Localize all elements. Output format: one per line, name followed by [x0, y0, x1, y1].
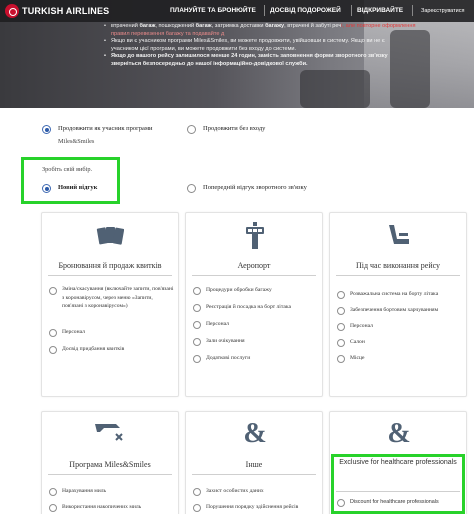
option-label[interactable]: Досвід придбання квитків: [62, 345, 174, 354]
info-line: зверніться безпосередньо до нашої інформ…: [111, 60, 308, 67]
option-radio[interactable]: [49, 287, 57, 295]
info-line: Якщо до вашого рейсу залишилося менше 24…: [104, 53, 464, 61]
member-login-label[interactable]: Продовжити як учасник програми: [58, 125, 153, 132]
nav-divider: [351, 5, 352, 16]
svg-text:&: &: [243, 418, 266, 446]
svg-text:&: &: [387, 418, 410, 446]
option-label[interactable]: Використання накопичених миль: [62, 503, 174, 512]
option-label[interactable]: Персонал: [350, 322, 462, 331]
member-program-name: Miles&Smiles: [58, 138, 95, 145]
nav-plan-and-book[interactable]: ПЛАНУЙТЕ ТА БРОНЮЙТЕ: [170, 7, 256, 14]
nav-divider: [264, 5, 265, 16]
option-radio[interactable]: [337, 323, 345, 331]
card-title: Під час виконання рейсу: [355, 261, 441, 270]
tickets-icon: [96, 227, 124, 245]
card-title: Бронювання й продаж квитків: [58, 261, 162, 270]
option-radio[interactable]: [193, 338, 201, 346]
option-label[interactable]: Забезпечення бортовим харчуванням: [350, 306, 462, 315]
feedback-info-text: втрачений багаж, пошкоджений багаж, затр…: [104, 23, 464, 68]
option-label[interactable]: Зміна/скасування (включайте запити, пов'…: [62, 285, 174, 311]
option-radio[interactable]: [49, 346, 57, 354]
option-label[interactable]: Зали очікування: [206, 337, 318, 346]
previous-feedback-radio[interactable]: [187, 184, 196, 193]
option-label[interactable]: Персонал: [206, 320, 318, 329]
highlight-box: [331, 454, 465, 514]
option-radio[interactable]: [193, 321, 201, 329]
option-label[interactable]: Місце: [350, 354, 462, 363]
choice-prompt: Зробіть свій вибір.: [42, 166, 93, 173]
option-radio[interactable]: [337, 339, 345, 347]
info-line: Якщо ви є учасником програми Miles&Smile…: [104, 38, 464, 46]
card-divider: [192, 275, 316, 276]
info-line: учасником цієї програми, ви можете продо…: [111, 45, 297, 52]
option-label[interactable]: Розважальна система на борту літака: [350, 290, 462, 299]
guest-label[interactable]: Продовжити без входу: [203, 125, 265, 132]
option-radio[interactable]: [337, 291, 345, 299]
option-label[interactable]: Реєстрація й посадка на борт літака: [206, 303, 318, 312]
card-divider: [48, 275, 172, 276]
header-banner: TURKISH AIRLINES ПЛАНУЙТЕ ТА БРОНЮЙТЕ ДО…: [0, 0, 474, 108]
option-label[interactable]: Персонал: [62, 328, 174, 337]
option-radio[interactable]: [193, 287, 201, 295]
highlight-box: [21, 157, 120, 204]
category-card-miles[interactable]: Програма Miles&Smiles Нарахування миль В…: [41, 411, 179, 514]
option-radio[interactable]: [49, 329, 57, 337]
info-line: втрачений багаж, пошкоджений багаж, затр…: [104, 23, 464, 31]
ampersand-icon: &: [387, 418, 410, 446]
info-line: правил перевезення багажу та подавайте д: [111, 30, 225, 37]
guest-radio[interactable]: [187, 125, 196, 134]
option-radio[interactable]: [193, 504, 201, 512]
control-tower-icon: [246, 222, 264, 249]
option-label[interactable]: Захист особистих даних: [206, 487, 318, 496]
option-radio[interactable]: [49, 488, 57, 496]
nav-travel-experience[interactable]: ДОСВІД ПОДОРОЖЕЙ: [270, 7, 341, 14]
option-label[interactable]: Процедури обробки багажу: [206, 286, 318, 295]
option-radio[interactable]: [193, 488, 201, 496]
category-card-inflight[interactable]: Під час виконання рейсу Розважальна сист…: [329, 212, 467, 397]
brand-name[interactable]: TURKISH AIRLINES: [22, 6, 109, 16]
option-label[interactable]: Нарахування миль: [62, 487, 174, 496]
card-title: Інше: [245, 460, 263, 469]
card-divider: [336, 275, 460, 276]
card-divider: [48, 474, 172, 475]
miles-plane-icon: [95, 424, 123, 441]
card-title: Аеропорт: [237, 261, 271, 270]
ampersand-icon: &: [243, 418, 266, 446]
nav-discover[interactable]: ВІДКРИВАЙТЕ: [357, 7, 403, 14]
member-login-radio[interactable]: [42, 125, 51, 134]
banner-figure: [300, 70, 370, 108]
option-radio[interactable]: [193, 304, 201, 312]
option-label[interactable]: Додаткові послуги: [206, 354, 318, 363]
option-radio[interactable]: [337, 355, 345, 363]
previous-feedback-label[interactable]: Попередній відгук зворотного зв'язку: [203, 184, 307, 191]
option-label[interactable]: Салон: [350, 338, 462, 347]
nav-divider: [412, 5, 413, 16]
option-radio[interactable]: [49, 504, 57, 512]
card-title: Програма Miles&Smiles: [69, 460, 151, 469]
option-radio[interactable]: [337, 307, 345, 315]
card-divider: [192, 474, 316, 475]
new-feedback-label[interactable]: Новий відгук: [58, 184, 97, 191]
register-link[interactable]: Зареєструватися: [421, 8, 464, 14]
airplane-seat-icon: [389, 225, 409, 244]
category-card-airport[interactable]: Аеропорт Процедури обробки багажу Реєстр…: [185, 212, 323, 397]
option-label[interactable]: Порушення порядку здійснення рейсів: [206, 503, 318, 512]
turkish-airlines-logo-icon[interactable]: [5, 4, 19, 18]
top-navigation: TURKISH AIRLINES ПЛАНУЙТЕ ТА БРОНЮЙТЕ ДО…: [0, 0, 474, 22]
new-feedback-radio[interactable]: [42, 184, 51, 193]
category-card-other[interactable]: & Інше Захист особистих даних Порушення …: [185, 411, 323, 514]
option-radio[interactable]: [193, 355, 201, 363]
category-card-booking[interactable]: Бронювання й продаж квитків Зміна/скасув…: [41, 212, 179, 397]
